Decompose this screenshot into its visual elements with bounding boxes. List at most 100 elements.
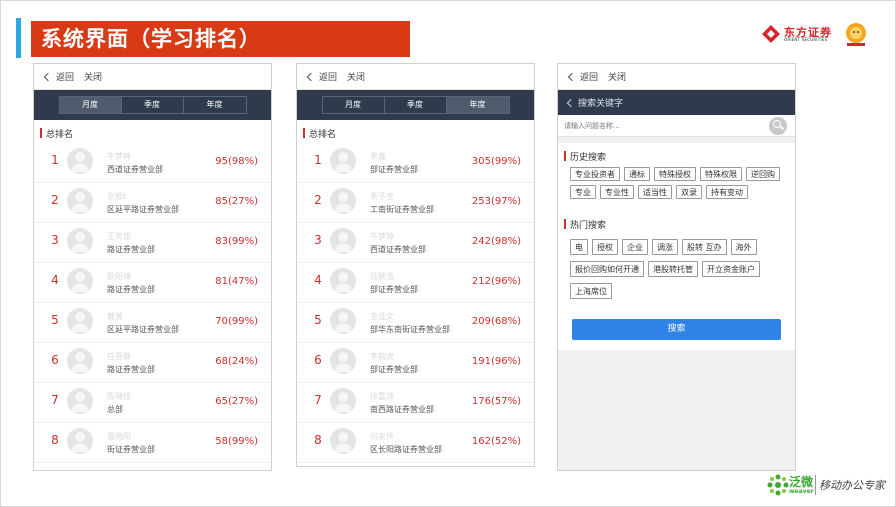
orient-logo-en: ORIENT SECURITIES [784,37,828,42]
back-chevron-icon[interactable] [43,72,53,81]
close-link[interactable]: 关闭 [84,70,102,83]
tab-monthly[interactable]: 月度 [59,97,122,113]
hot-title: 热门搜索 [570,220,607,231]
department: 路证券营业部 [107,285,155,294]
history-tag[interactable]: 通标 [624,167,650,181]
tab-quarterly[interactable]: 季度 [122,97,184,113]
ranking-row[interactable]: 5 戴黄 区延平路证券营业部 70(99%) [34,303,271,343]
tab-yearly[interactable]: 年度 [184,97,246,113]
logo-divider [815,475,816,495]
section-title: 总排名 [46,129,74,140]
ranking-row[interactable]: 6 任晋静 路证券营业部 68(24%) [34,343,271,383]
back-chevron-icon[interactable] [306,72,316,81]
department: 工南街证券营业部 [370,205,434,214]
hot-tags: 电 授权 企业 调涨 股转 互办 海外 报价回购如何开通 港股转托管 开立资金账… [564,239,785,305]
hot-tag[interactable]: 企业 [622,239,648,255]
ranking-row[interactable]: 1 牛梦婷 西道证券营业部 95(98%) [34,143,271,183]
search-icon[interactable] [769,117,787,135]
back-chevron-icon[interactable] [567,72,577,81]
avatar-icon [67,308,93,334]
ranking-row[interactable]: 7 徐嘉萍 南西路证券营业部 176(57%) [297,383,534,423]
mascot-logo-icon [846,23,866,46]
history-title: 历史搜索 [570,152,607,163]
person-name: 陆颖浩 [370,272,394,281]
ranking-row[interactable]: 4 欧阳博 路证券营业部 81(47%) [34,263,271,303]
ranking-row[interactable]: 2 朱子金 工南街证券营业部 253(97%) [297,183,534,223]
ranking-list: 1 牛梦婷 西道证券营业部 95(98%) 2 张颖t 区延平路证券营业部 85(27%) … [34,143,271,463]
weaver-logo-en: weaver [789,488,814,495]
hot-tag[interactable]: 海外 [730,239,757,255]
history-tag[interactable]: 特殊权限 [700,167,742,181]
close-link[interactable]: 关闭 [347,70,365,83]
tab-yearly[interactable]: 年度 [446,97,509,113]
department: 西道证券营业部 [107,165,163,174]
search-input-row [558,115,795,137]
rank-number: 5 [51,313,59,327]
rank-number: 3 [314,233,322,247]
ranking-row[interactable]: 8 何家伟 区长阳路证券营业部 162(52%) [297,423,534,463]
avatar-icon [67,348,93,374]
search-button[interactable]: 搜索 [572,319,781,340]
history-tag[interactable]: 专业 [570,185,596,199]
ranking-row[interactable]: 3 牛梦婷 西道证券营业部 242(98%) [297,223,534,263]
history-tag[interactable]: 特殊授权 [654,167,696,181]
history-tag[interactable]: 逆回购 [746,167,780,181]
hot-tag[interactable]: 港股转托管 [648,261,698,277]
period-tabs-bar: 月度 季度 年度 [34,90,271,120]
department: 部证券营业部 [370,165,418,174]
score: 305(99%) [471,156,521,167]
avatar-icon [67,228,93,254]
section-header: 总排名 [297,123,534,143]
department: 街证券营业部 [107,445,155,454]
ranking-row[interactable]: 2 张颖t 区延平路证券营业部 85(27%) [34,183,271,223]
back-link[interactable]: 返回 [56,70,74,83]
hot-tag[interactable]: 报价回购如何开通 [570,261,644,277]
hot-tag[interactable]: 股转 互办 [682,239,727,255]
avatar-icon [330,228,356,254]
history-tag[interactable]: 专业性 [600,185,634,199]
tab-quarterly[interactable]: 季度 [385,97,447,113]
hot-tag[interactable]: 开立资金账户 [702,261,760,277]
score: 83(99%) [215,236,258,247]
search-input[interactable] [564,117,764,134]
hot-tag[interactable]: 授权 [592,239,618,255]
hot-section-header: 热门搜索 [564,217,785,231]
score: 68(24%) [215,356,258,367]
person-name: 陈晴佳 [107,392,131,401]
rank-number: 7 [314,393,322,407]
ranking-row[interactable]: 8 夏晓阳 街证券营业部 58(99%) [34,423,271,463]
score: 85(27%) [215,196,258,207]
hot-tag[interactable]: 电 [570,239,588,255]
ranking-row[interactable]: 3 王笑雄 路证券营业部 83(99%) [34,223,271,263]
avatar-icon [330,308,356,334]
back-link[interactable]: 返回 [580,70,598,83]
ranking-row[interactable]: 6 李韵虎 部证券营业部 191(96%) [297,343,534,383]
hot-tag[interactable]: 调涨 [652,239,678,255]
history-tag[interactable]: 持有变动 [706,185,748,199]
search-header-title: 搜索关键字 [578,99,624,109]
person-name: 任晋静 [107,352,131,361]
ranking-row[interactable]: 5 金佳文 部华东南街证券营业部 209(68%) [297,303,534,343]
ranking-row[interactable]: 7 陈晴佳 总部 65(27%) [34,383,271,423]
ranking-row[interactable]: 4 陆颖浩 部证券营业部 212(96%) [297,263,534,303]
avatar-icon [67,188,93,214]
history-tag[interactable]: 双录 [676,185,702,199]
department: 部证券营业部 [370,365,418,374]
avatar-icon [330,188,356,214]
rank-number: 6 [314,353,322,367]
history-tag[interactable]: 专业投资者 [570,167,620,181]
history-tag[interactable]: 适当性 [638,185,672,199]
top-nav: 返回 关闭 [34,64,271,90]
slide: 系统界面（学习排名） 东方证券 ORIENT SECURITIES 返回 关闭 … [0,0,896,507]
department: 区延平路证券营业部 [107,205,179,214]
search-back-chevron-icon[interactable] [566,98,576,107]
rank-number: 8 [314,433,322,447]
hot-tag[interactable]: 上海席位 [570,283,612,299]
history-tags: 专业投资者 通标 特殊授权 特殊权限 逆回购 专业 专业性 适当性 双录 持有变… [564,167,785,203]
person-name: 金佳文 [370,312,394,321]
orient-logo-icon [762,25,780,43]
back-link[interactable]: 返回 [319,70,337,83]
close-link[interactable]: 关闭 [608,70,626,83]
ranking-row[interactable]: 1 朱鑫 部证券营业部 305(99%) [297,143,534,183]
tab-monthly[interactable]: 月度 [323,97,385,113]
